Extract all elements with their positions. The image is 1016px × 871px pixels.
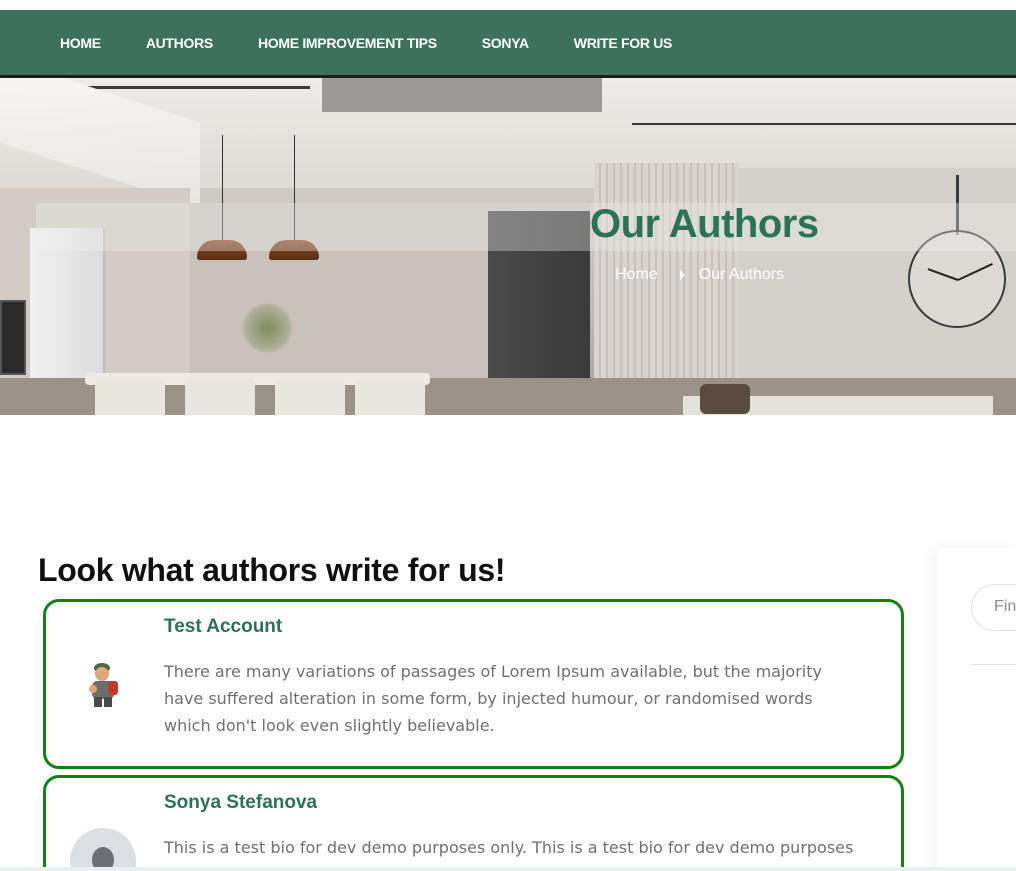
sidebar-search-input[interactable]: Find — [971, 584, 1016, 631]
breadcrumb-current: Our Authors — [698, 266, 785, 283]
hero-oven — [0, 300, 26, 375]
nav-item-home[interactable]: HOME — [60, 35, 101, 51]
worker-avatar-icon — [84, 659, 124, 709]
hero-chair — [95, 378, 165, 415]
hero-ceiling-recess — [322, 78, 602, 112]
breadcrumb-caret-icon — [679, 270, 685, 280]
main-navigation: HOME AUTHORS HOME IMPROVEMENT TIPS SONYA… — [0, 10, 1016, 78]
breadcrumb-home-link[interactable]: Home — [615, 266, 658, 284]
author-bio: This is a test bio for dev demo purposes… — [164, 838, 854, 871]
clock-minute-hand — [927, 268, 959, 281]
author-name[interactable]: Sonya Stefanova — [164, 792, 317, 814]
hero-title-band — [36, 203, 1016, 251]
hero-banner: Our Authors Home Our Authors — [0, 78, 1016, 415]
horizontal-scrollbar[interactable] — [0, 867, 1016, 871]
hero-chair — [355, 378, 425, 415]
top-strip — [0, 0, 1016, 10]
author-card[interactable]: Test Account There are many variations o… — [43, 599, 904, 769]
nav-item-authors[interactable]: AUTHORS — [146, 35, 213, 51]
clock-hour-hand — [957, 263, 993, 281]
authors-section-heading: Look what authors write for us! — [38, 552, 506, 588]
hero-light-strip — [632, 123, 1016, 125]
default-user-avatar-icon — [70, 828, 136, 871]
hero-cushion — [700, 384, 750, 414]
hero-plant — [240, 303, 295, 353]
hero-chair — [275, 378, 345, 415]
author-card[interactable]: Sonya Stefanova This is a test bio for d… — [43, 775, 904, 871]
sidebar-divider — [971, 664, 1016, 665]
breadcrumb: Home Our Authors — [615, 266, 784, 284]
page-title: Our Authors — [590, 202, 819, 246]
nav-item-write-for-us[interactable]: WRITE FOR US — [574, 35, 673, 51]
nav-item-sonya[interactable]: SONYA — [482, 35, 529, 51]
nav-item-home-improvement-tips[interactable]: HOME IMPROVEMENT TIPS — [258, 35, 437, 51]
author-bio: There are many variations of passages of… — [164, 662, 822, 735]
hero-chair — [185, 378, 255, 415]
author-name[interactable]: Test Account — [164, 616, 282, 638]
